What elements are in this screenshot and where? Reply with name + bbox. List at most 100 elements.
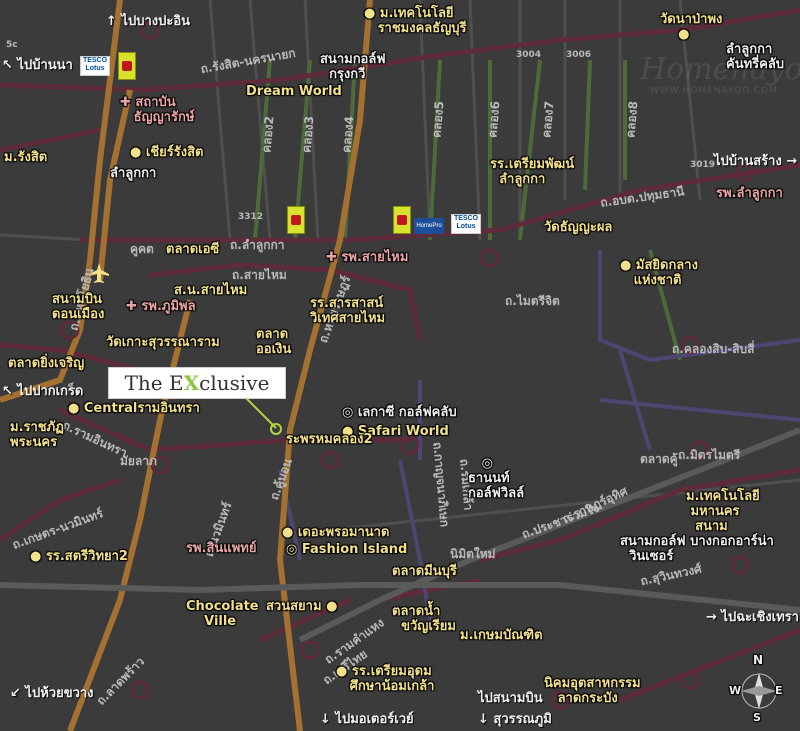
place-lat-krabang-estate-2: ลาดกระบัง <box>557 691 618 706</box>
dest-chachoengsao-label: ไปฉะเชิงเทรา <box>721 610 799 625</box>
place-lakeside-golf[interactable]: ◎ เลกาซี กอล์ฟคลับ <box>342 405 457 420</box>
place-satri-witthaya-label: รร.สตรีวิทยา2 <box>45 549 128 564</box>
road-mitr-maitree: ถ.มิตรไมตรี <box>678 448 741 462</box>
place-kasem-bundit[interactable]: ม.เกษมบัณฑิต <box>460 628 543 643</box>
place-mosque[interactable]: ● มัสยิดกลาง แห่งชาติ <box>620 258 698 288</box>
place-don-mueang-1: สนามบิน <box>52 292 102 307</box>
tesco-lotus-logo: TESCO Lotus <box>80 56 110 76</box>
dest-ban-sang-label: ไปบ้านสร้าง <box>714 154 782 169</box>
place-triam-nomklao-2: ศึกษาน้อมเกล้า <box>349 679 435 694</box>
place-wat-koh[interactable]: วัดเกาะสุวรรณาราม <box>106 335 220 350</box>
place-rangsit-univ[interactable]: ม.รังสิต <box>4 150 47 165</box>
place-market-ying-charoen[interactable]: ตลาดยิ่งเจริญ <box>8 356 84 371</box>
place-chocolate-ville[interactable]: Chocolate Ville <box>186 599 259 629</box>
place-triam-lamlukka-1: รร.เตรียมพัฒน์ <box>490 157 575 172</box>
place-min-buri-market[interactable]: ตลาดมีนบุรี <box>392 564 457 579</box>
place-central-ram[interactable]: ● Centralรามอินทรา <box>68 401 200 416</box>
dest-bang-pa-in: ↑ ไปบางปะอิน <box>106 14 191 29</box>
map[interactable]: Homenayoo WWW.HOMENAYOO.COM TESCOLotus H… <box>0 0 800 731</box>
dest-suvarnabhumi: ไปสนามบิน ↓ สุวรรณภูมิ <box>478 691 552 727</box>
place-mahanakorn[interactable]: ม.เทคโนโลยี มหานคร สนาม <box>686 489 760 534</box>
place-thanont-golf-1: ธานนท์ <box>468 471 510 486</box>
place-thanont-golf[interactable]: ◎ ธานนท์ กอล์ฟวิลล์ <box>468 456 524 501</box>
place-rajabhat[interactable]: ม.ราชภัฏ พระนคร <box>10 420 64 450</box>
place-golf-bangkok[interactable]: สนามกอล์ฟ บางกอกอาร์น่า วินเซอร์ <box>620 534 774 564</box>
place-golf-bangkok-3: วินเซอร์ <box>629 549 674 564</box>
place-thanyarak[interactable]: ✚ สถาบัน ธัญญารักษ์ <box>120 95 194 125</box>
place-hospital-bhumibol[interactable]: ✚ รพ.ภูมิพล <box>126 299 196 314</box>
route-3004: 3004 <box>516 50 542 60</box>
place-sai-mai-police[interactable]: ส.น.สายไหม <box>174 283 247 298</box>
place-wat-na-pa-phong-label: วัดนาป่าพง <box>660 12 723 27</box>
place-lat-krabang-estate[interactable]: นิคมอุตสาหกรรม ลาดกระบัง <box>544 676 641 706</box>
place-phra-phrom-label: ระพรหมคลอง2 <box>286 432 373 447</box>
place-promenade[interactable]: ● เดอะพรอมานาด <box>282 525 389 540</box>
place-klong-market-1: ตลาดน้ำ <box>392 604 441 619</box>
place-sarasas[interactable]: รร.สารสาสน์ วิเทศสายไหม <box>310 296 385 326</box>
place-rmutt-2: ราชมงคลธัญบุรี <box>377 21 467 36</box>
place-wat-na-pa-phong[interactable]: วัดนาป่าพง ● <box>660 12 722 42</box>
dest-bang-pa-in-label: ไปบางปะอิน <box>121 14 191 29</box>
dest-pak-kret: ↖ ไปปากเกร็ด <box>2 384 84 399</box>
place-market-or-ngoen-1: ตลาด <box>256 327 289 342</box>
route-3006: 3006 <box>566 50 592 60</box>
place-hospital-lamlukka[interactable]: รพ.ลำลูกกา <box>716 186 783 201</box>
place-mahanakorn-2: มหานคร <box>690 504 740 519</box>
place-hospital-sinphet-label: รพ.สินแพทย์ <box>186 541 257 556</box>
place-satri-witthaya[interactable]: ● รร.สตรีวิทยา2 <box>30 549 128 564</box>
place-future-rangsit[interactable]: ● เชียร์รังสิต <box>130 145 203 160</box>
place-golf-krungkavi[interactable]: สนามกอล์ฟ กรุงกวี <box>320 52 386 82</box>
dest-motorway-label: ไปมอเตอร์เวย์ <box>335 712 414 727</box>
place-rajabhat-1: ม.ราชภัฏ <box>10 420 64 435</box>
place-lamlukka-country[interactable]: ลำลูกกา คันทรี่คลับ <box>726 42 784 72</box>
place-central-ram-label: Centralรามอินทรา <box>83 401 200 416</box>
road-lam-luk-ka: ถ.ลำลูกกา <box>230 238 285 252</box>
place-hospital-sinphet[interactable]: รพ.สินแพทย์ <box>186 541 256 556</box>
canal-3: คลอง3 <box>299 115 317 154</box>
compass-s: S <box>753 711 761 724</box>
place-future-rangsit-label: เชียร์รังสิต <box>145 145 204 160</box>
place-siam-park[interactable]: สวนสยาม ● <box>266 599 337 614</box>
place-market-or-ngoen-2: ออเงิน <box>256 342 292 357</box>
place-hospital-bhumibol-label: รพ.ภูมิพล <box>141 299 196 314</box>
place-hospital-saimai-label: รพ.สายไหม <box>341 250 409 265</box>
place-chocolate-ville-1: Chocolate <box>186 599 259 614</box>
route-5c: 5c <box>6 40 18 50</box>
place-market-or-ngoen[interactable]: ตลาด ออเงิน <box>256 327 291 357</box>
big-c-logo <box>393 206 411 234</box>
place-golf-bangkok-2: บางกอกอาร์น่า <box>690 534 774 549</box>
place-rmutt[interactable]: ● ม.เทคโนโลยี ราชมงคลธัญบุรี <box>364 6 467 36</box>
place-dream-world[interactable]: Dream World <box>246 84 342 99</box>
place-fashion-island[interactable]: ◎ Fashion Island <box>286 542 407 557</box>
dest-motorway: ↓ ไปมอเตอร์เวย์ <box>320 712 414 727</box>
place-don-mueang-2: ดอนเมือง <box>52 307 105 322</box>
the-exclusive-label[interactable]: The EXclusive <box>108 367 286 399</box>
road-maitree-jit: ถ.ไมตรีจิต <box>505 294 560 308</box>
canal-7: คลอง7 <box>539 100 557 139</box>
dest-ban-sang: ไปบ้านสร้าง → <box>714 154 798 169</box>
place-rangsit-univ-label: ม.รังสิต <box>4 150 48 165</box>
place-klong-market[interactable]: ตลาดน้ำ ขวัญเรียม <box>392 604 456 634</box>
place-wat-thanyaphon[interactable]: วัดธัญญะผล <box>544 220 612 235</box>
route-3312: 3312 <box>238 212 264 222</box>
tesco-lotus-logo: TESCO Lotus <box>451 214 481 234</box>
place-market-ying-charoen-label: ตลาดยิ่งเจริญ <box>8 356 85 371</box>
place-triam-nomklao[interactable]: ● รร.เตรียมอุดม ศึกษาน้อมเกล้า <box>336 664 434 694</box>
place-market-ac[interactable]: ตลาดเอซี <box>166 242 219 257</box>
place-kasem-bundit-label: ม.เกษมบัณฑิต <box>460 628 543 643</box>
place-mosque-1: มัสยิดกลาง <box>635 258 698 273</box>
compass-n: N <box>753 653 764 667</box>
dest-chachoengsao: → ไปฉะเชิงเทรา <box>706 610 799 625</box>
place-thanyarak-1: สถาบัน <box>135 95 176 110</box>
place-sarasas-1: รร.สารสาสน์ <box>310 296 384 311</box>
place-hospital-saimai[interactable]: ✚ รพ.สายไหม <box>326 250 408 265</box>
place-lat-krabang-estate-1: นิคมอุตสาหกรรม <box>544 676 641 691</box>
compass-w: W <box>729 684 742 697</box>
place-triam-lamlukka[interactable]: รร.เตรียมพัฒน์ ลำลูกกา <box>490 157 574 187</box>
place-sai-mai-police-label: ส.น.สายไหม <box>174 283 248 298</box>
road-khu-khot: คูคต <box>130 242 154 256</box>
brand-suffix: clusive <box>199 371 270 395</box>
place-lamlukka-country-2: คันทรี่คลับ <box>726 57 785 72</box>
place-don-mueang[interactable]: สนามบิน ดอนเมือง <box>52 292 104 322</box>
place-promenade-label: เดอะพรอมานาด <box>297 525 390 540</box>
